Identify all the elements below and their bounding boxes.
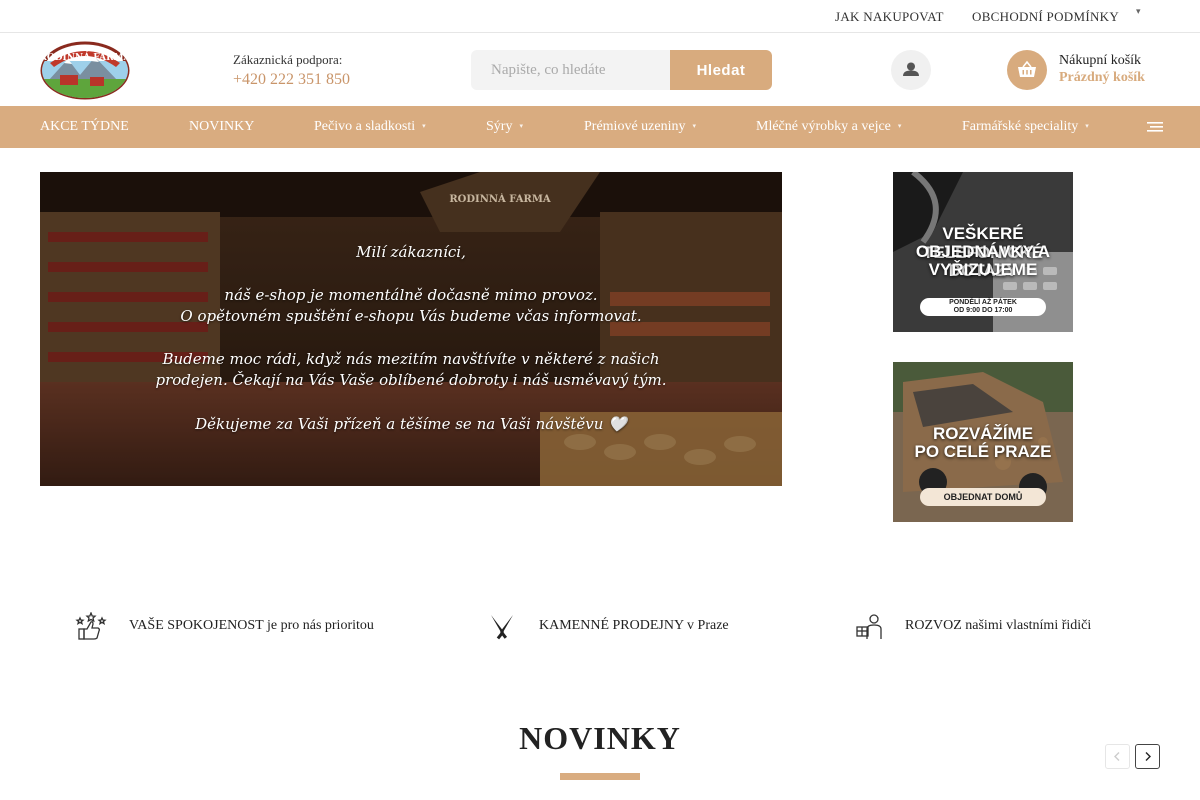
- banner-delivery[interactable]: ROZVÁŽÍME PO CELÉ PRAZE OBJEDNAT DOMŮ: [893, 362, 1073, 522]
- cart-status: Prázdný košík: [1059, 70, 1145, 85]
- feature-satisfaction: VAŠE SPOKOJENOST je pro nás prioritou: [75, 612, 395, 642]
- caret-icon[interactable]: ▾: [1136, 6, 1141, 17]
- cart-summary[interactable]: Nákupní košík Prázdný košík: [1059, 53, 1145, 86]
- logo-text: RODINNÁ FARMA: [40, 51, 130, 63]
- nav-item-news[interactable]: NOVINKY: [189, 119, 254, 135]
- site-header: RODINNÁ FARMA Zákaznická podpora: +420 2…: [0, 33, 1200, 106]
- hamburger-icon[interactable]: [1147, 121, 1163, 133]
- thumbs-up-stars-icon: [75, 612, 107, 640]
- carousel-next-button[interactable]: [1135, 744, 1160, 769]
- search-button[interactable]: Hledat: [670, 50, 772, 90]
- chevron-left-icon: [1114, 752, 1120, 761]
- carousel-prev-button[interactable]: [1105, 744, 1130, 769]
- support-phone[interactable]: +420 222 351 850: [233, 71, 350, 89]
- feature-stores: KAMENNÉ PRODEJNY v Praze: [488, 612, 748, 642]
- main-navigation: AKCE TÝDNE NOVINKY Pečivo a sladkosti ▾ S…: [0, 106, 1200, 148]
- customer-support: Zákaznická podpora: +420 222 351 850: [233, 52, 350, 89]
- delivery-person-icon: [856, 614, 882, 639]
- chevron-down-icon: ▾: [897, 122, 902, 130]
- hero-line: O opětovném spuštění e-shopu Vás budeme …: [180, 307, 642, 325]
- search-form: Hledat: [471, 50, 772, 90]
- chevron-right-icon: [1145, 752, 1151, 761]
- user-icon: [903, 62, 919, 76]
- banner-order-home-button[interactable]: OBJEDNAT DOMŮ: [920, 488, 1046, 506]
- crossed-knives-icon: [491, 615, 513, 640]
- link-how-to-shop[interactable]: JAK NAKUPOVAT: [835, 9, 944, 25]
- feature-delivery: ROZVOZ našimi vlastními řidiči: [855, 612, 1115, 642]
- nav-item-dairy[interactable]: Mléčné výrobky a vejce ▾: [756, 119, 901, 135]
- section-title: NOVINKY: [519, 720, 681, 756]
- feature-label: VAŠE SPOKOJENOST je pro nás prioritou: [129, 618, 374, 633]
- chevron-down-icon: ▾: [422, 122, 426, 130]
- hero-line: Milí zákazníci,: [356, 243, 466, 261]
- hero-message: Milí zákazníci, náš e-shop je momentálně…: [40, 172, 782, 486]
- chevron-down-icon: ▾: [519, 122, 523, 130]
- banner-headline: PO CELÉ PRAZE: [914, 442, 1052, 461]
- section-underline: [560, 773, 640, 780]
- nav-item-cheese[interactable]: Sýry ▾: [486, 119, 523, 135]
- feature-label: ROZVOZ našimi vlastními řidiči: [905, 618, 1092, 633]
- banner-headline: ROZVÁŽÍME: [932, 424, 1034, 443]
- hero-line: prodejen. Čekají na Vás Vaše oblíbené do…: [155, 371, 667, 389]
- cart-button[interactable]: [1007, 50, 1047, 90]
- nav-item-weekly-deals[interactable]: AKCE TÝDNE: [40, 119, 129, 135]
- hero-line: náš e-shop je momentálně dočasně mimo pr…: [224, 286, 598, 304]
- search-input[interactable]: [471, 50, 670, 90]
- chevron-down-icon: ▾: [692, 122, 696, 130]
- banner-headline: VYŘIZUJEME: [928, 260, 1038, 279]
- support-label: Zákaznická podpora:: [233, 52, 343, 67]
- cart-title: Nákupní košík: [1059, 53, 1142, 68]
- nav-item-premium-meats[interactable]: Prémiové uzeniny ▾: [584, 119, 696, 135]
- nav-item-specialties[interactable]: Farmářské speciality ▾: [962, 119, 1089, 135]
- nav-item-bakery[interactable]: Pečivo a sladkosti ▾: [314, 119, 426, 135]
- top-utility-bar: JAK NAKUPOVAT OBCHODNÍ PODMÍNKY ▾: [0, 0, 1200, 33]
- account-button[interactable]: [891, 50, 931, 90]
- banner-phone-orders[interactable]: VEŠKERÉ TELEFONICKÉ OBJEDNÁVKY A DOTAZY …: [893, 172, 1073, 332]
- banner-hours-pill: PONDĚLÍ AŽ PÁTEK OD 9:00 DO 17:00: [920, 298, 1046, 316]
- hero-line: Budeme moc rádi, když nás mezitím navští…: [162, 350, 660, 368]
- link-terms[interactable]: OBCHODNÍ PODMÍNKY: [972, 9, 1119, 25]
- hero-line: Děkujeme za Vaši přízeň a těšíme se na V…: [195, 415, 627, 433]
- hero-banner[interactable]: RODINNÁ FARMA Milí zákazníci, náš e-shop…: [40, 172, 782, 486]
- chevron-down-icon: ▾: [1085, 122, 1089, 130]
- basket-icon: [1018, 60, 1036, 77]
- site-logo[interactable]: RODINNÁ FARMA: [39, 41, 132, 100]
- feature-label: KAMENNÉ PRODEJNY v Praze: [539, 618, 729, 633]
